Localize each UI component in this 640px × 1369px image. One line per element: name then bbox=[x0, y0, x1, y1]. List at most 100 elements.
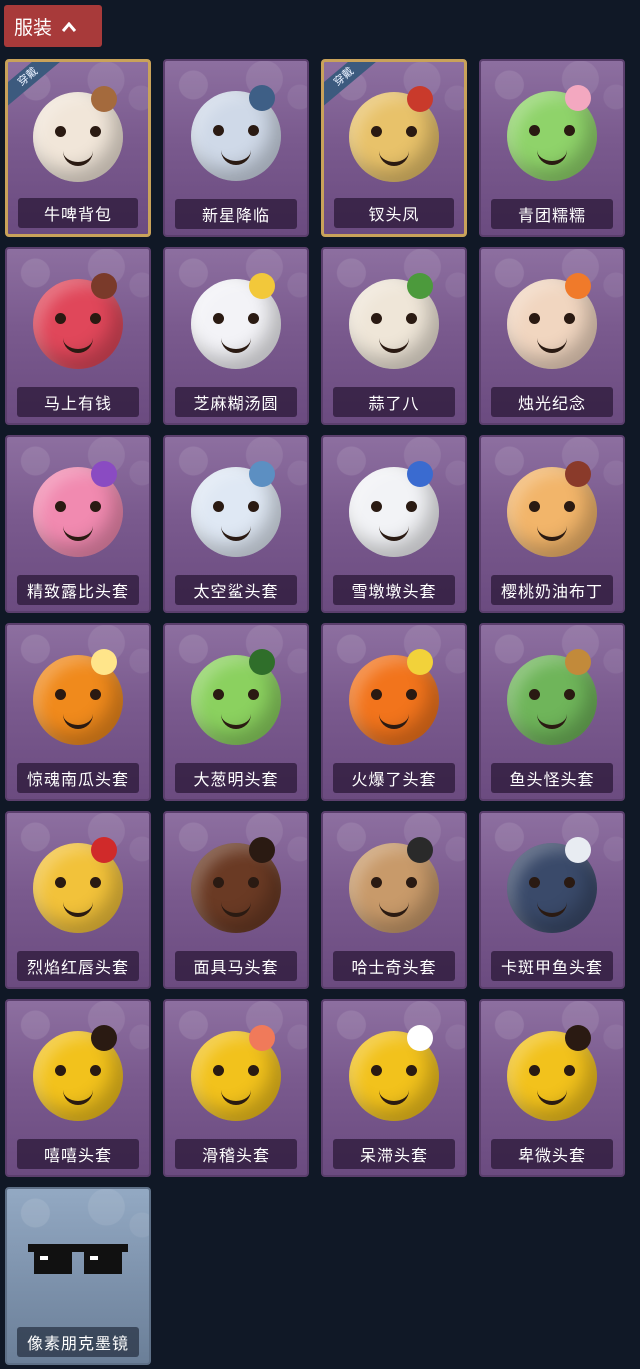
face-mouth bbox=[221, 147, 251, 165]
costume-card[interactable]: 惊魂南瓜头套 bbox=[5, 623, 151, 801]
costume-figure bbox=[507, 837, 597, 933]
costume-accent bbox=[249, 461, 275, 487]
costume-card[interactable]: 呆滞头套 bbox=[321, 999, 467, 1177]
costume-accent bbox=[249, 837, 275, 863]
costume-thumbnail bbox=[7, 447, 149, 577]
costume-card[interactable]: 精致露比头套 bbox=[5, 435, 151, 613]
costume-name: 惊魂南瓜头套 bbox=[17, 763, 139, 793]
face-eyes bbox=[213, 877, 259, 889]
face-eyes bbox=[371, 877, 417, 889]
costume-figure bbox=[349, 86, 439, 182]
costume-accent bbox=[407, 649, 433, 675]
face-eyes bbox=[55, 877, 101, 889]
costume-thumbnail bbox=[7, 1199, 149, 1329]
costume-card[interactable]: 滑稽头套 bbox=[163, 999, 309, 1177]
costume-name: 蒜了八 bbox=[333, 387, 455, 417]
costume-accent bbox=[565, 461, 591, 487]
costume-figure bbox=[33, 649, 123, 745]
costume-card[interactable]: 蒜了八 bbox=[321, 247, 467, 425]
face-mouth bbox=[537, 523, 567, 541]
costume-card[interactable]: 马上有钱 bbox=[5, 247, 151, 425]
face-eyes bbox=[529, 877, 575, 889]
face-eyes bbox=[371, 501, 417, 513]
costume-thumbnail bbox=[7, 635, 149, 765]
face-eyes bbox=[213, 689, 259, 701]
face-eyes bbox=[213, 313, 259, 325]
face-mouth bbox=[379, 899, 409, 917]
costume-figure bbox=[33, 1025, 123, 1121]
costume-thumbnail bbox=[165, 1011, 307, 1141]
costume-card[interactable]: 火爆了头套 bbox=[321, 623, 467, 801]
face-mouth bbox=[221, 711, 251, 729]
costume-card[interactable]: 嘻嘻头套 bbox=[5, 999, 151, 1177]
face-mouth bbox=[63, 711, 93, 729]
face-mouth bbox=[537, 147, 567, 165]
face-eyes bbox=[371, 1065, 417, 1077]
costume-card[interactable]: 烛光纪念 bbox=[479, 247, 625, 425]
costume-name: 卑微头套 bbox=[491, 1139, 613, 1169]
costume-name: 青团糯糯 bbox=[491, 199, 613, 229]
costume-thumbnail bbox=[481, 1011, 623, 1141]
face-mouth bbox=[63, 148, 93, 166]
costume-card[interactable]: 雪墩墩头套 bbox=[321, 435, 467, 613]
face-mouth bbox=[537, 899, 567, 917]
face-eyes bbox=[371, 126, 417, 138]
costume-accent bbox=[565, 649, 591, 675]
costume-name: 马上有钱 bbox=[17, 387, 139, 417]
costume-name: 樱桃奶油布丁 bbox=[491, 575, 613, 605]
costume-accent bbox=[249, 649, 275, 675]
face-mouth bbox=[221, 899, 251, 917]
costume-figure bbox=[191, 273, 281, 369]
costume-card[interactable]: 烈焰红唇头套 bbox=[5, 811, 151, 989]
costume-accent bbox=[91, 649, 117, 675]
face-eyes bbox=[213, 125, 259, 137]
face-eyes bbox=[55, 313, 101, 325]
costume-card[interactable]: 像素朋克墨镜 bbox=[5, 1187, 151, 1365]
costume-figure bbox=[349, 273, 439, 369]
costume-thumbnail bbox=[323, 259, 465, 389]
costume-name: 呆滞头套 bbox=[333, 1139, 455, 1169]
costume-figure bbox=[191, 837, 281, 933]
category-tab-costume[interactable]: 服装 bbox=[4, 5, 102, 47]
costume-thumbnail bbox=[7, 823, 149, 953]
costume-card[interactable]: 新星降临 bbox=[163, 59, 309, 237]
face-eyes bbox=[529, 125, 575, 137]
face-mouth bbox=[537, 1087, 567, 1105]
costume-card[interactable]: 卡斑甲鱼头套 bbox=[479, 811, 625, 989]
costume-card[interactable]: 面具马头套 bbox=[163, 811, 309, 989]
costume-card[interactable]: 太空鲨头套 bbox=[163, 435, 309, 613]
costume-accent bbox=[91, 1025, 117, 1051]
costume-card[interactable]: 樱桃奶油布丁 bbox=[479, 435, 625, 613]
costume-accent bbox=[565, 85, 591, 111]
costume-accent bbox=[407, 273, 433, 299]
costume-figure bbox=[191, 85, 281, 181]
face-eyes bbox=[529, 313, 575, 325]
face-eyes bbox=[371, 689, 417, 701]
face-mouth bbox=[379, 711, 409, 729]
costume-thumbnail bbox=[323, 447, 465, 577]
face-eyes bbox=[529, 501, 575, 513]
costume-figure bbox=[507, 649, 597, 745]
costume-card[interactable]: 鱼头怪头套 bbox=[479, 623, 625, 801]
costume-figure bbox=[507, 273, 597, 369]
costume-figure bbox=[33, 837, 123, 933]
face-mouth bbox=[221, 523, 251, 541]
costume-name: 雪墩墩头套 bbox=[333, 575, 455, 605]
costume-card[interactable]: 穿戴 牛啤背包 bbox=[5, 59, 151, 237]
costume-name: 哈士奇头套 bbox=[333, 951, 455, 981]
costume-card[interactable]: 哈士奇头套 bbox=[321, 811, 467, 989]
costume-thumbnail bbox=[8, 72, 148, 202]
costume-card[interactable]: 青团糯糯 bbox=[479, 59, 625, 237]
costume-card[interactable]: 大葱明头套 bbox=[163, 623, 309, 801]
costume-figure bbox=[507, 461, 597, 557]
face-eyes bbox=[55, 126, 101, 138]
costume-figure bbox=[191, 461, 281, 557]
face-mouth bbox=[537, 711, 567, 729]
costume-thumbnail bbox=[481, 259, 623, 389]
face-mouth bbox=[63, 335, 93, 353]
costume-thumbnail bbox=[165, 635, 307, 765]
costume-card[interactable]: 芝麻糊汤圆 bbox=[163, 247, 309, 425]
costume-card[interactable]: 穿戴 钗头凤 bbox=[321, 59, 467, 237]
costume-card[interactable]: 卑微头套 bbox=[479, 999, 625, 1177]
costume-accent bbox=[91, 86, 117, 112]
